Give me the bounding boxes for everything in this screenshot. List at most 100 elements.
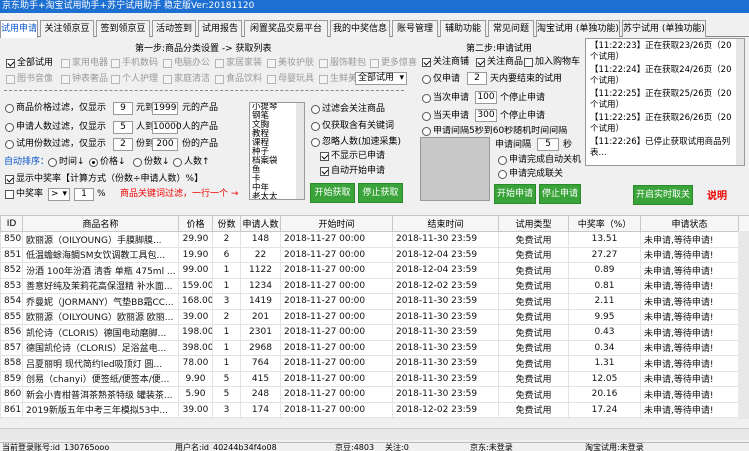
apply-min-input[interactable]: 5 — [113, 121, 133, 134]
interval-input[interactable]: 5 — [537, 138, 559, 151]
category-checkbox[interactable] — [111, 59, 120, 68]
table-row[interactable]: 852 汾酒 100年汾酒 清香 单瓶 475ml ... 99.00 1 1122 20… — [0, 262, 749, 279]
category-checkbox[interactable] — [163, 59, 172, 68]
category-checkbox[interactable] — [163, 75, 172, 84]
table-row[interactable]: 857 德国凯伦诗（CLORIS）足浴盆电... 398.00 1 2968 2018-1… — [0, 339, 749, 356]
add-cart-checkbox[interactable] — [524, 58, 533, 67]
follow-product-checkbox[interactable] — [476, 58, 485, 67]
column-header[interactable]: 商品名称 — [22, 215, 179, 232]
not-show-applied-checkbox[interactable] — [320, 152, 329, 161]
category-select[interactable]: 全部试用 — [355, 72, 407, 85]
rate-operator-select[interactable]: > — [48, 188, 70, 201]
only-apply-radio[interactable] — [422, 75, 431, 84]
shutdown-radio[interactable] — [498, 156, 507, 165]
share-min-input[interactable]: 2 — [113, 138, 133, 151]
table-cell: 2018-12-04 23:59 — [392, 262, 499, 279]
log-scrollbar[interactable] — [736, 39, 744, 165]
stop-after-radio[interactable] — [422, 94, 431, 103]
tab-my-winnings[interactable]: 我的中奖信息 — [330, 20, 390, 37]
category-checkbox[interactable] — [111, 75, 120, 84]
category-checkbox[interactable] — [319, 59, 328, 68]
disconnect-radio[interactable] — [498, 170, 507, 179]
tab-assist-functions[interactable]: 辅助功能 — [440, 20, 486, 37]
column-header[interactable]: 份数 — [212, 215, 241, 232]
sort-people-radio[interactable] — [173, 158, 182, 167]
rate-value-input[interactable]: 1 — [74, 188, 94, 201]
table-row[interactable]: 859 创易（chanyi）便签纸/便签本/便... 9.90 5 415 2018-11… — [0, 370, 749, 387]
apply-max-input[interactable]: 10000 — [152, 121, 182, 134]
filter-followed-radio[interactable] — [311, 105, 320, 114]
rate-checkbox[interactable] — [5, 190, 14, 199]
apply-filter-radio[interactable] — [5, 123, 14, 132]
tab-checkin-beans[interactable]: 签到领京豆 — [96, 20, 150, 37]
tab-trial-report[interactable]: 试用报告 — [198, 20, 242, 37]
share-max-input[interactable]: 200 — [152, 138, 178, 151]
category-checkbox[interactable] — [61, 59, 70, 68]
column-header[interactable]: 申请状态 — [640, 215, 739, 232]
category-checkbox[interactable] — [215, 75, 224, 84]
days-input[interactable]: 2 — [467, 72, 487, 85]
help-link[interactable]: 说明 — [707, 191, 727, 202]
table-row[interactable]: 860 新会小青柑普洱茶熟茶特级 罐装茶... 5.90 5 248 2018-11-27… — [0, 386, 749, 403]
table-row[interactable]: 850 欧丽源（OILYOUNG）手膜脚膜... 29.90 2 148 2018-11-… — [0, 231, 749, 248]
column-header[interactable]: 试用类型 — [498, 215, 569, 232]
sort-price-label: 价格↓ — [100, 157, 126, 167]
start-fetch-button[interactable]: 开始获取 — [310, 183, 355, 203]
column-header[interactable]: 中奖率（%） — [568, 215, 641, 232]
table-row[interactable]: 851 低温蟾蜍海鲷SM女饮调教工具包... 19.90 6 22 2018-11-27 … — [0, 246, 749, 263]
stop-after-input[interactable]: 100 — [475, 91, 497, 104]
category-checkbox[interactable] — [319, 75, 328, 84]
category-checkbox[interactable] — [370, 59, 379, 68]
column-header[interactable]: 价格 — [178, 215, 213, 232]
interval-rand-radio[interactable] — [422, 127, 431, 136]
tab-faq[interactable]: 常见问题 — [488, 20, 534, 37]
column-header[interactable]: 开始时间 — [280, 215, 393, 232]
log-panel[interactable]: 【11:22:23】正在获取23/26页（20个试用） 【11:22:24】正在获… — [585, 38, 745, 166]
column-header[interactable]: 结束时间 — [392, 215, 499, 232]
category-checkbox[interactable] — [61, 75, 70, 84]
keyword-only-radio[interactable] — [311, 122, 320, 131]
tab-idle-prize-market[interactable]: 闲置奖品交易平台 — [244, 20, 328, 37]
share-filter-radio[interactable] — [5, 140, 14, 149]
price-filter-radio[interactable] — [5, 104, 14, 113]
column-header[interactable]: ID — [0, 215, 23, 232]
tab-activity-checkin[interactable]: 活动签到 — [152, 20, 196, 37]
table-row[interactable]: 855 欧丽源（OILYOUNG）欧丽源 欧丽... 39.00 2 201 2018-1… — [0, 308, 749, 325]
tab-suning-trial[interactable]: 苏宁试用 (单独功能) — [622, 20, 706, 37]
table-vscrollbar[interactable] — [738, 231, 749, 419]
sort-share-radio[interactable] — [133, 158, 142, 167]
tab-trial-apply[interactable]: 试用申请 — [0, 20, 38, 38]
tab-follow-beans[interactable]: 关注领京豆 — [40, 20, 94, 37]
stop-fetch-button[interactable]: 停止获取 — [358, 183, 403, 203]
sort-time-radio[interactable] — [48, 158, 57, 167]
today-radio[interactable] — [422, 112, 431, 121]
table-row[interactable]: 858 吕夏丽明 现代简约led吸顶灯 圆... 78.00 1 764 2018-11-… — [0, 355, 749, 372]
ignore-apply-radio[interactable] — [311, 138, 320, 147]
price-max-input[interactable]: 1999 — [152, 102, 178, 115]
category-checkbox[interactable] — [6, 75, 15, 84]
today-input[interactable]: 300 — [475, 109, 497, 122]
category-checkbox[interactable] — [215, 59, 224, 68]
tab-taobao-trial[interactable]: 淘宝试用 (单独功能) — [536, 20, 620, 37]
category-checkbox[interactable] — [6, 59, 15, 68]
start-apply-button[interactable]: 开始申请 — [494, 184, 536, 204]
table-row[interactable]: 856 凯伦诗（CLORIS）德国电动磨脚... 198.00 1 2301 2018-1… — [0, 324, 749, 341]
tab-account-manage[interactable]: 账号管理 — [392, 20, 438, 37]
table-row[interactable]: 854 乔曼妮（JORMANY）气垫BB霜CC... 168.00 3 1419 2018… — [0, 293, 749, 310]
sort-price-radio[interactable] — [89, 158, 98, 167]
table-cell: 未申请,等待申请! — [640, 262, 739, 279]
auto-apply-checkbox[interactable] — [320, 167, 329, 176]
stop-apply-button[interactable]: 停止申请 — [539, 184, 581, 204]
table-cell: 99.00 — [178, 262, 213, 279]
show-rate-checkbox[interactable] — [5, 175, 14, 184]
category-checkbox[interactable] — [267, 59, 276, 68]
realtime-unfollow-button[interactable]: 开启实时取关 — [633, 185, 693, 205]
follow-shop-checkbox[interactable] — [422, 58, 431, 67]
table-hscrollbar[interactable] — [0, 428, 749, 440]
table-row[interactable]: 853 善意好纯及茉莉花高保湿精 补水面... 159.00 1 1234 2018-11… — [0, 277, 749, 294]
table-row[interactable]: 861 2019新版五年中考三年模拟53中... 39.00 3 174 2018-11-… — [0, 401, 749, 418]
price-min-input[interactable]: 9 — [113, 102, 133, 115]
category-checkbox[interactable] — [267, 75, 276, 84]
keyword-scrollbar[interactable] — [296, 103, 304, 199]
column-header[interactable]: 申请人数 — [240, 215, 281, 232]
